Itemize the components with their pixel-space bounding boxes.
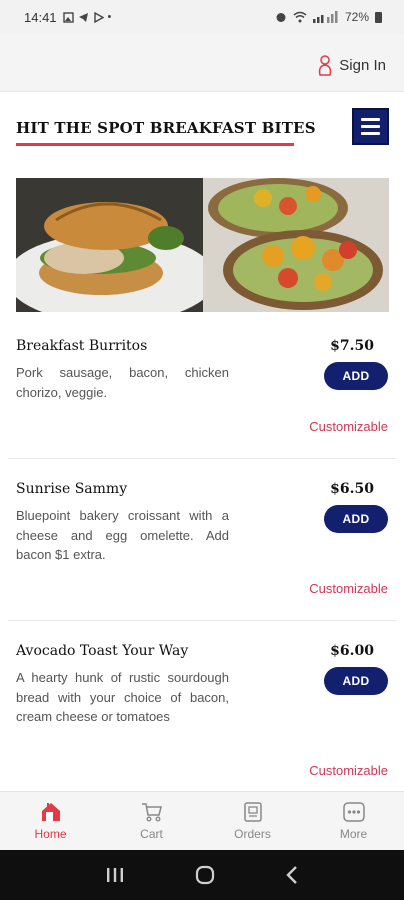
nav-more-label: More bbox=[339, 827, 368, 841]
menu-item[interactable]: Sunrise Sammy $6.50 Bluepoint bakery cro… bbox=[8, 465, 396, 621]
shop-title: HIT THE SPOT BREAKFAST BITES bbox=[16, 119, 316, 137]
telegram-icon bbox=[78, 12, 88, 22]
hamburger-menu-button[interactable] bbox=[352, 108, 389, 145]
add-button[interactable]: ADD bbox=[324, 667, 388, 695]
menu-line-icon bbox=[361, 125, 380, 128]
status-bar: 14:41 • 72% bbox=[0, 0, 404, 34]
status-time: 14:41 bbox=[24, 9, 57, 25]
item-price: $6.50 bbox=[330, 481, 374, 497]
item-description: A hearty hunk of rustic sourdough bread … bbox=[16, 670, 229, 724]
signal-icon bbox=[312, 11, 338, 23]
hero-image bbox=[16, 178, 389, 312]
nav-cart-label: Cart bbox=[140, 827, 163, 841]
menu-line-icon bbox=[361, 118, 380, 121]
play-icon bbox=[93, 11, 104, 23]
croissant-sandwich-photo bbox=[16, 178, 203, 312]
item-name: Sunrise Sammy bbox=[16, 481, 128, 497]
item-name: Avocado Toast Your Way bbox=[16, 643, 189, 659]
system-navigation-bar bbox=[0, 850, 404, 900]
menu-item[interactable]: Avocado Toast Your Way $6.00 A hearty hu… bbox=[8, 627, 396, 789]
home-icon bbox=[41, 803, 60, 821]
nav-home-label: Home bbox=[34, 827, 67, 841]
cart-icon bbox=[141, 803, 162, 822]
top-bar: Sign In bbox=[0, 34, 404, 92]
gallery-icon bbox=[62, 11, 74, 23]
recent-apps-icon[interactable] bbox=[105, 866, 125, 884]
title-underline bbox=[16, 143, 294, 146]
orders-icon bbox=[243, 802, 262, 822]
status-left: 14:41 • bbox=[24, 10, 111, 25]
person-icon bbox=[319, 55, 332, 76]
home-circle-icon[interactable] bbox=[194, 864, 216, 886]
battery-percent: 72% bbox=[344, 10, 369, 24]
item-price: $6.00 bbox=[330, 643, 374, 659]
item-description: Bluepoint bakery croissant with a cheese… bbox=[16, 508, 229, 562]
wifi-icon bbox=[293, 11, 307, 23]
nav-cart[interactable]: Cart bbox=[101, 792, 202, 850]
menu-item[interactable]: Breakfast Burritos $7.50 Pork sausage, b… bbox=[8, 322, 396, 459]
customizable-label[interactable]: Customizable bbox=[309, 581, 388, 596]
sign-in-label: Sign In bbox=[339, 56, 386, 74]
customizable-label[interactable]: Customizable bbox=[309, 763, 388, 778]
back-icon[interactable] bbox=[285, 865, 299, 885]
nav-more[interactable]: More bbox=[303, 792, 404, 850]
item-description: Pork sausage, bacon, chicken chorizo, ve… bbox=[16, 365, 229, 400]
menu-line-icon bbox=[361, 132, 380, 135]
add-button[interactable]: ADD bbox=[324, 362, 388, 390]
bottom-navigation: Home Cart Orders More bbox=[0, 791, 404, 850]
battery-icon bbox=[375, 11, 382, 23]
notification-icons: • bbox=[62, 11, 112, 23]
add-button[interactable]: ADD bbox=[324, 505, 388, 533]
customizable-label[interactable]: Customizable bbox=[309, 419, 388, 434]
nav-orders[interactable]: Orders bbox=[202, 792, 303, 850]
more-icon bbox=[342, 802, 365, 822]
nav-orders-label: Orders bbox=[234, 827, 271, 841]
alarm-icon bbox=[276, 13, 286, 22]
item-price: $7.50 bbox=[330, 338, 374, 354]
item-name: Breakfast Burritos bbox=[16, 338, 148, 354]
sign-in-button[interactable]: Sign In bbox=[317, 54, 386, 76]
nav-home[interactable]: Home bbox=[0, 792, 101, 850]
dot-icon: • bbox=[107, 11, 112, 23]
status-right: 72% bbox=[275, 10, 382, 24]
avocado-toast-photo bbox=[203, 178, 389, 312]
